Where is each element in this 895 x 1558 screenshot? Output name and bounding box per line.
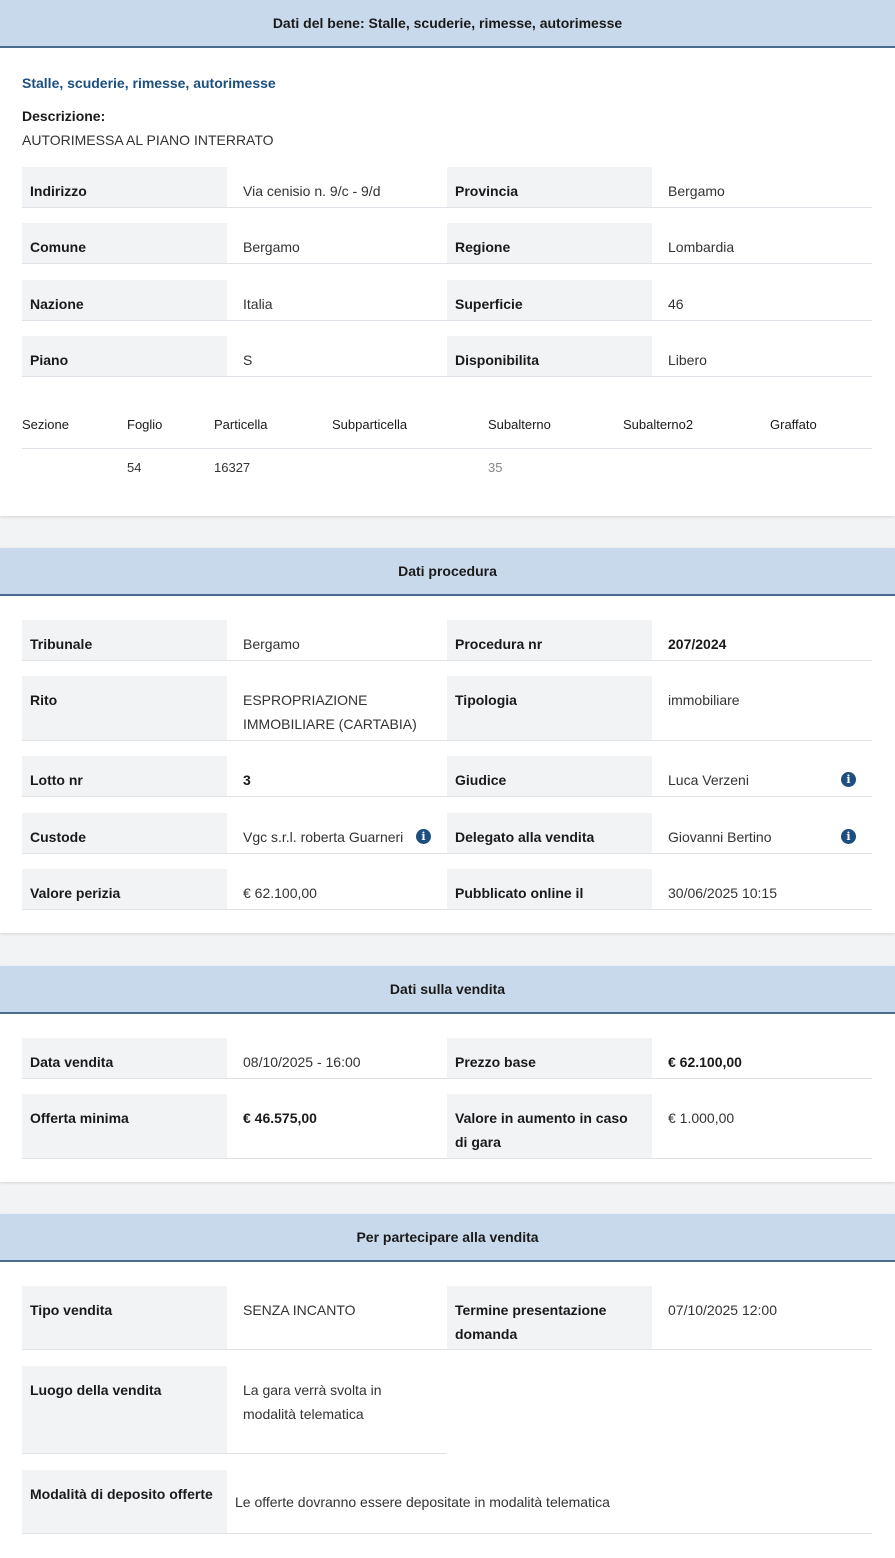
value-indirizzo: Via cenisio n. 9/c - 9/d	[227, 167, 447, 208]
procedura-row-5: Valore perizia € 62.100,00 Pubblicato on…	[22, 869, 872, 910]
procedura-row-4: Custode Vgc s.r.l. roberta Guarneri i De…	[22, 813, 872, 854]
value-giudice-cell: Luca Verzeni i	[652, 756, 872, 797]
label-prezzo-base: Prezzo base	[447, 1038, 652, 1079]
card-dati-vendita: Dati sulla vendita Data vendita 08/10/20…	[0, 966, 895, 1182]
card-header-vendita: Dati sulla vendita	[0, 966, 895, 1014]
bene-row-1: Indirizzo Via cenisio n. 9/c - 9/d Provi…	[22, 167, 872, 208]
label-piano: Piano	[22, 336, 227, 377]
value-disponibilita: Libero	[652, 336, 872, 377]
catasto-divider	[22, 448, 872, 449]
label-indirizzo: Indirizzo	[22, 167, 227, 208]
value-data-vendita: 08/10/2025 - 16:00	[227, 1038, 447, 1079]
procedura-row-3: Lotto nr 3 Giudice Luca Verzeni i	[22, 756, 872, 797]
card-dati-procedura: Dati procedura Tribunale Bergamo Procedu…	[0, 548, 895, 933]
value-superficie: 46	[652, 280, 872, 321]
value-lotto-nr: 3	[227, 756, 447, 797]
value-pubblicato: 30/06/2025 10:15	[652, 869, 872, 910]
label-offerta-minima: Offerta minima	[22, 1094, 227, 1159]
value-valore-perizia: € 62.100,00	[227, 869, 447, 910]
label-tipo-vendita: Tipo vendita	[22, 1286, 227, 1350]
procedura-row-2: Rito ESPROPRIAZIONE IMMOBILIARE (CARTABI…	[22, 676, 872, 741]
label-custode: Custode	[22, 813, 227, 854]
catasto-header-subalterno: Subalterno	[488, 417, 551, 432]
label-lotto-nr: Lotto nr	[22, 756, 227, 797]
catasto-value-foglio: 54	[127, 460, 142, 475]
bene-row-3: Nazione Italia Superficie 46	[22, 280, 872, 321]
label-comune: Comune	[22, 223, 227, 264]
catasto-value-subalterno: 35	[488, 460, 503, 475]
info-icon[interactable]: i	[416, 829, 431, 844]
label-rito: Rito	[22, 676, 227, 741]
value-tribunale: Bergamo	[227, 620, 447, 661]
label-superficie: Superficie	[447, 280, 652, 321]
value-provincia: Bergamo	[652, 167, 872, 208]
label-procedura-nr: Procedura nr	[447, 620, 652, 661]
value-termine: 07/10/2025 12:00	[652, 1286, 872, 1350]
label-deposito: Modalità di deposito offerte	[22, 1470, 227, 1534]
catasto-header-sezione: Sezione	[22, 417, 69, 432]
bene-row-2: Comune Bergamo Regione Lombardia	[22, 223, 872, 264]
partecipare-row-1: Tipo vendita SENZA INCANTO Termine prese…	[22, 1286, 872, 1350]
value-deposito: Le offerte dovranno essere depositate in…	[227, 1470, 872, 1534]
card-header-procedura: Dati procedura	[0, 548, 895, 596]
card-header-partecipare: Per partecipare alla vendita	[0, 1214, 895, 1262]
label-tipologia: Tipologia	[447, 676, 652, 741]
info-icon[interactable]: i	[841, 829, 856, 844]
label-giudice: Giudice	[447, 756, 652, 797]
value-valore-aumento: € 1.000,00	[652, 1094, 872, 1159]
card-header-bene: Dati del bene: Stalle, scuderie, rimesse…	[0, 0, 895, 48]
bene-row-4: Piano S Disponibilita Libero	[22, 336, 872, 377]
label-delegato: Delegato alla vendita	[447, 813, 652, 854]
label-pubblicato: Pubblicato online il	[447, 869, 652, 910]
value-custode-cell: Vgc s.r.l. roberta Guarneri i	[227, 813, 447, 854]
procedura-row-1: Tribunale Bergamo Procedura nr 207/2024	[22, 620, 872, 661]
value-delegato: Giovanni Bertino	[668, 829, 772, 845]
label-valore-aumento: Valore in aumento in caso di gara	[447, 1094, 652, 1159]
value-custode: Vgc s.r.l. roberta Guarneri	[243, 829, 404, 845]
descrizione-label: Descrizione:	[22, 108, 106, 124]
value-luogo: La gara verrà svolta in modalità telemat…	[227, 1366, 447, 1454]
value-nazione: Italia	[227, 280, 447, 321]
value-offerta-minima: € 46.575,00	[227, 1094, 447, 1159]
value-rito: ESPROPRIAZIONE IMMOBILIARE (CARTABIA)	[227, 676, 447, 741]
descrizione-value: AUTORIMESSA AL PIANO INTERRATO	[22, 132, 274, 148]
card-partecipare: Per partecipare alla vendita Tipo vendit…	[0, 1214, 895, 1558]
vendita-row-2: Offerta minima € 46.575,00 Valore in aum…	[22, 1094, 872, 1159]
label-disponibilita: Disponibilita	[447, 336, 652, 377]
value-delegato-cell: Giovanni Bertino i	[652, 813, 872, 854]
label-regione: Regione	[447, 223, 652, 264]
info-icon[interactable]: i	[841, 772, 856, 787]
value-regione: Lombardia	[652, 223, 872, 264]
catasto-header-foglio: Foglio	[127, 417, 163, 432]
catasto-header-graffato: Graffato	[770, 417, 817, 432]
partecipare-row-2: Luogo della vendita La gara verrà svolta…	[22, 1366, 447, 1454]
value-procedura-nr: 207/2024	[652, 620, 872, 661]
card-dati-bene: Dati del bene: Stalle, scuderie, rimesse…	[0, 0, 895, 516]
label-valore-perizia: Valore perizia	[22, 869, 227, 910]
value-prezzo-base: € 62.100,00	[652, 1038, 872, 1079]
value-tipo-vendita: SENZA INCANTO	[227, 1286, 447, 1350]
vendita-row-1: Data vendita 08/10/2025 - 16:00 Prezzo b…	[22, 1038, 872, 1079]
partecipare-row-3: Modalità di deposito offerte Le offerte …	[22, 1470, 872, 1534]
value-piano: S	[227, 336, 447, 377]
catasto-value-particella: 16327	[214, 460, 251, 475]
catasto-header-subalterno2: Subalterno2	[623, 417, 694, 432]
value-comune: Bergamo	[227, 223, 447, 264]
value-giudice: Luca Verzeni	[668, 772, 749, 788]
label-luogo: Luogo della vendita	[22, 1366, 227, 1454]
label-nazione: Nazione	[22, 280, 227, 321]
catasto-header-subparticella: Subparticella	[332, 417, 408, 432]
catasto-header-particella: Particella	[214, 417, 268, 432]
bene-subtitle: Stalle, scuderie, rimesse, autorimesse	[22, 75, 276, 91]
label-data-vendita: Data vendita	[22, 1038, 227, 1079]
label-termine: Termine presentazione domanda	[447, 1286, 652, 1350]
value-tipologia: immobiliare	[652, 676, 872, 741]
label-provincia: Provincia	[447, 167, 652, 208]
label-tribunale: Tribunale	[22, 620, 227, 661]
